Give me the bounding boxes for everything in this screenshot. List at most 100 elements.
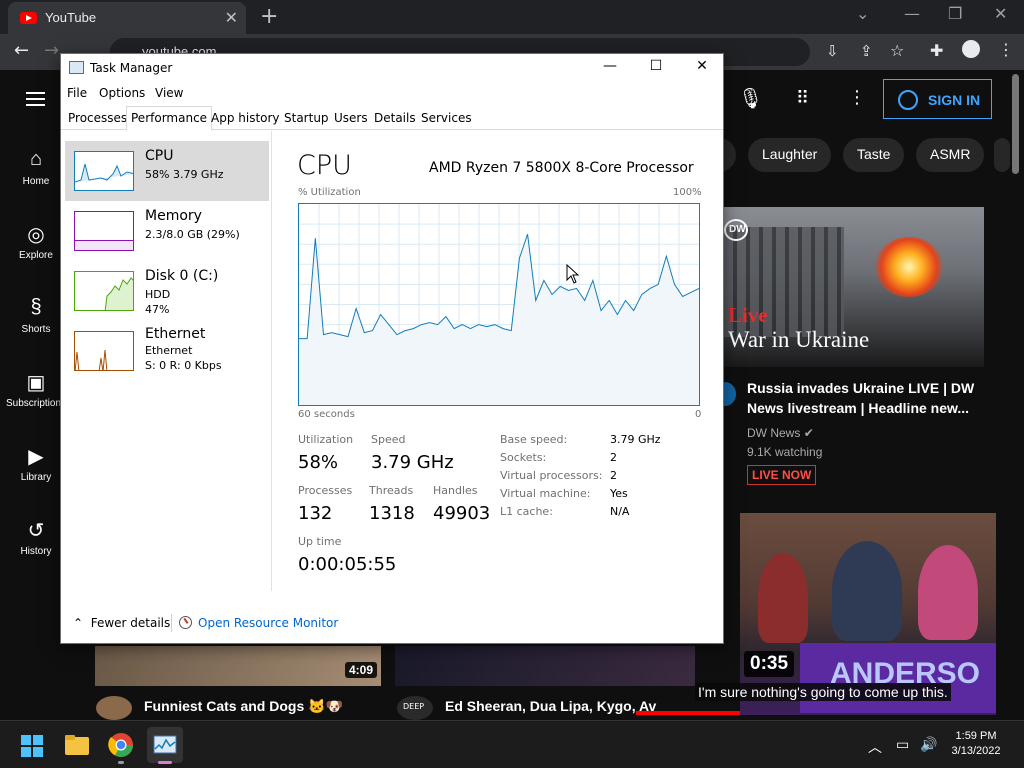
apps-grid-icon[interactable]: ⠿ — [796, 88, 809, 109]
chip-laughter[interactable]: Laughter — [748, 138, 832, 172]
resource-cpu[interactable]: CPU 58% 3.79 GHz — [65, 141, 269, 201]
speed-value: 3.79 GHz — [371, 452, 454, 473]
clock-time: 1:59 PM — [955, 730, 997, 742]
extensions-icon[interactable]: ✚ — [930, 41, 943, 60]
resource-ethernet[interactable]: Ethernet Ethernet S: 0 R: 0 Kbps — [65, 321, 269, 381]
uptime-value: 0:00:05:55 — [298, 554, 397, 575]
close-tab-icon[interactable]: ✕ — [225, 8, 238, 27]
volume-icon[interactable]: 🔊 — [920, 737, 937, 753]
tab-details[interactable]: Details — [370, 110, 420, 131]
base-speed-value: 3.79 GHz — [610, 433, 661, 446]
tab-performance[interactable]: Performance — [126, 106, 213, 131]
start-button[interactable] — [14, 727, 50, 763]
video-title[interactable]: Russia invades Ukraine LIVE | DW News li… — [747, 378, 987, 418]
hamburger-menu-icon[interactable] — [26, 92, 45, 106]
threads-label: Threads — [369, 484, 414, 497]
bookmark-star-icon[interactable]: ☆ — [890, 41, 904, 60]
sign-in-button[interactable]: SIGN IN — [883, 79, 992, 119]
open-resource-monitor-link[interactable]: Open Resource Monitor — [179, 616, 338, 630]
folder-icon — [65, 735, 89, 755]
resource-memory[interactable]: Memory 2.3/8.0 GB (29%) — [65, 201, 269, 261]
forward-icon[interactable]: → — [44, 40, 59, 61]
channel-avatar[interactable]: DEEP — [397, 696, 433, 720]
microphone-icon[interactable]: 🎙 — [738, 86, 763, 110]
taskbar-clock[interactable]: 1:59 PM 3/13/2022 — [940, 729, 1012, 759]
resource-list: CPU 58% 3.79 GHz Memory 2.3/8.0 GB (29%)… — [61, 131, 272, 591]
task-manager-taskbar-button[interactable] — [147, 727, 183, 764]
settings-more-icon[interactable]: ⋮ — [848, 87, 866, 108]
tab-startup[interactable]: Startup — [280, 110, 333, 131]
chip-taste[interactable]: Taste — [843, 138, 905, 172]
thumbnail-live-text: Live — [728, 303, 768, 327]
file-explorer-button[interactable] — [59, 727, 95, 763]
browser-menu-icon[interactable]: ⋮ — [998, 40, 1014, 59]
resource-detail: S: 0 R: 0 Kbps — [145, 359, 222, 372]
video-title[interactable]: Funniest Cats and Dogs 🐱🐶 — [144, 698, 343, 715]
chrome-icon — [108, 733, 133, 758]
task-manager-titlebar[interactable]: Task Manager — ☐ ✕ — [61, 54, 723, 84]
resource-monitor-icon — [179, 616, 192, 629]
tab-app-history[interactable]: App history — [207, 110, 284, 131]
install-icon[interactable]: ⇩ — [826, 42, 839, 60]
fewer-details-label: Fewer details — [90, 616, 171, 630]
task-manager-icon — [153, 735, 177, 754]
video-thumbnail-ukraine[interactable]: DW Live War in Ukraine — [724, 207, 984, 367]
video-title-line1: Russia invades Ukraine LIVE | DW — [747, 380, 975, 396]
l1-cache-value: N/A — [610, 505, 630, 518]
resource-name: Ethernet — [145, 326, 206, 342]
cpu-mini-graph — [74, 151, 134, 191]
resource-detail: 2.3/8.0 GB (29%) — [145, 228, 240, 241]
cpu-utilization-graph — [298, 203, 700, 406]
network-icon[interactable]: ▭ — [896, 737, 909, 753]
page-scrollbar[interactable] — [1012, 74, 1019, 174]
task-manager-window: Task Manager — ☐ ✕ File Options View Pro… — [60, 53, 724, 644]
duration-badge: 0:35 — [744, 651, 795, 677]
video-thumbnail-cats[interactable]: 4:09 — [95, 646, 381, 686]
channel-name[interactable]: DW News ✔ — [747, 426, 814, 440]
graph-y-label: % Utilization — [298, 187, 361, 198]
chip-asmr[interactable]: ASMR — [916, 138, 985, 172]
resource-detail: Ethernet — [145, 344, 193, 357]
tab-processes[interactable]: Processes — [64, 110, 131, 131]
back-icon[interactable]: ← — [14, 40, 29, 61]
ethernet-mini-graph-svg — [75, 349, 108, 370]
explosion-image — [874, 237, 944, 297]
virtual-machine-label: Virtual machine: — [500, 487, 591, 500]
chrome-button[interactable] — [103, 727, 139, 764]
show-hidden-icons-chevron-icon[interactable]: ︿ — [868, 737, 882, 757]
graph-x-label: 60 seconds — [298, 409, 355, 420]
share-icon[interactable]: ⇪ — [860, 42, 873, 60]
new-tab-icon[interactable]: + — [260, 4, 278, 29]
maximize-icon[interactable]: ☐ — [641, 58, 671, 74]
window-title: Task Manager — [90, 61, 173, 75]
tab-users[interactable]: Users — [330, 110, 372, 131]
close-window-icon[interactable]: ✕ — [994, 4, 1007, 23]
video-thumbnail-music[interactable] — [395, 646, 695, 686]
video-title[interactable]: Ed Sheeran, Dua Lipa, Kygo, Av — [445, 698, 656, 714]
memory-mini-fill — [75, 240, 133, 250]
graph-y-max-label: 100% — [673, 187, 702, 198]
minimize-icon[interactable]: — — [595, 58, 625, 74]
resource-detail: 58% 3.79 GHz — [145, 168, 224, 181]
menu-view[interactable]: View — [155, 86, 183, 100]
menu-options[interactable]: Options — [99, 86, 145, 100]
profile-icon[interactable] — [962, 40, 980, 58]
chip-partial-right[interactable] — [994, 138, 1010, 172]
restore-icon[interactable]: ❐ — [948, 4, 962, 23]
tab-services[interactable]: Services — [417, 110, 476, 131]
handles-label: Handles — [433, 484, 478, 497]
menu-file[interactable]: File — [67, 86, 87, 100]
close-icon[interactable]: ✕ — [687, 58, 717, 74]
resource-disk[interactable]: Disk 0 (C:) HDD 47% — [65, 261, 269, 321]
channel-avatar[interactable] — [96, 696, 132, 720]
dw-logo: DW — [724, 219, 748, 241]
processes-value: 132 — [298, 503, 333, 524]
tab-search-icon[interactable]: ⌄ — [856, 4, 869, 23]
sidebar-label: Subscriptions — [5, 398, 67, 409]
sidebar-label: Shorts — [21, 324, 51, 335]
handles-value: 49903 — [433, 503, 491, 524]
browser-tab-youtube[interactable]: YouTube ✕ — [8, 2, 246, 34]
minimize-icon[interactable]: — — [904, 4, 920, 23]
channel-name-text: DW News — [747, 426, 801, 440]
fewer-details-button[interactable]: ⌃ Fewer details — [73, 616, 170, 630]
